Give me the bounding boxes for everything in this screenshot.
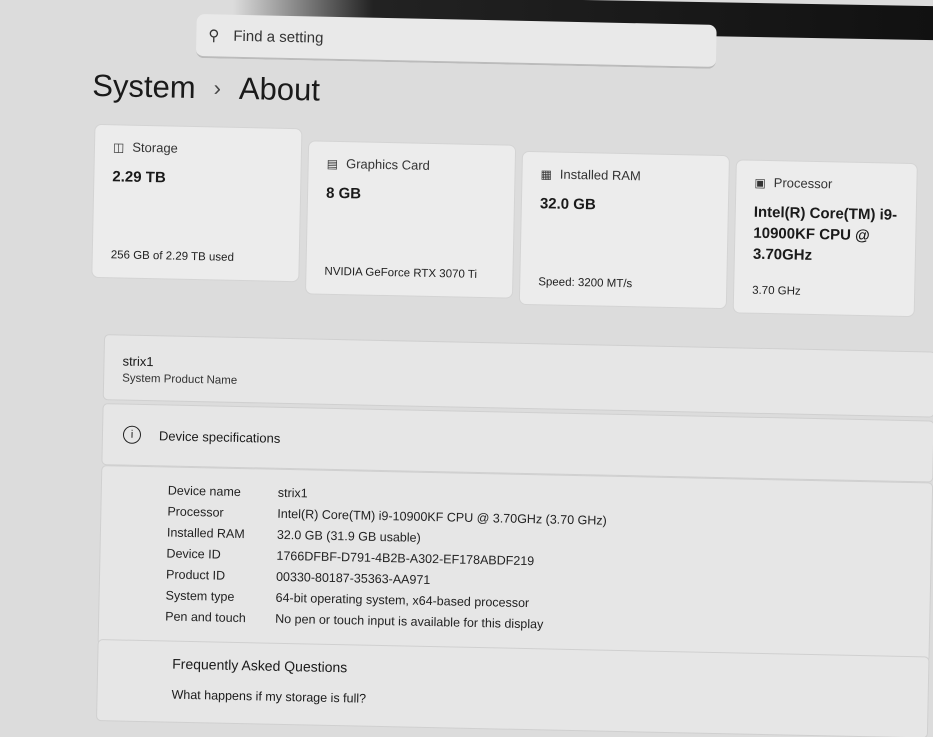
graphics-card-card[interactable]: ▤ Graphics Card 8 GB NVIDIA GeForce RTX 3…	[305, 141, 516, 298]
installed-ram-card[interactable]: ▦ Installed RAM 32.0 GB Speed: 3200 MT/s	[519, 151, 729, 309]
spec-value: 32.0 GB (31.9 GB usable)	[276, 527, 421, 545]
spec-label: System type	[165, 587, 235, 604]
spec-label: Device ID	[166, 545, 221, 562]
search-input[interactable]: ⚲ Find a setting	[195, 14, 717, 69]
breadcrumb-system[interactable]: System	[92, 68, 196, 106]
spec-value: strix1	[277, 485, 308, 500]
faq-panel: Frequently Asked Questions What happens …	[97, 640, 929, 737]
faq-question-link[interactable]: What happens if my storage is full?	[171, 688, 853, 716]
faq-title: Frequently Asked Questions	[172, 655, 348, 676]
spec-value: 00330-80187-35363-AA971	[275, 569, 431, 587]
spec-label: Processor	[167, 504, 224, 520]
card-sub: 3.70 GHz	[752, 284, 801, 298]
spec-label: Pen and touch	[165, 608, 246, 625]
spec-value: 64-bit operating system, x64-based proce…	[275, 590, 530, 610]
card-sub: 256 GB of 2.29 TB used	[110, 249, 235, 264]
card-value: 2.29 TB	[112, 168, 166, 187]
breadcrumb: System › About	[92, 68, 320, 109]
search-icon: ⚲	[208, 27, 220, 45]
card-title: Installed RAM	[559, 166, 641, 184]
graphics-card-icon: ▤	[326, 156, 339, 171]
info-icon: i	[122, 425, 142, 444]
card-title: Storage	[132, 139, 179, 156]
spec-label: Installed RAM	[166, 524, 245, 541]
page-title: About	[238, 70, 321, 108]
card-value: Intel(R) Core(TM) i9-10900KF CPU @ 3.70G…	[752, 203, 898, 264]
card-value: 8 GB	[325, 184, 362, 203]
chevron-right-icon: ›	[213, 75, 222, 101]
storage-icon: ◫	[112, 139, 125, 155]
product-name-panel: strix1 System Product Name	[103, 335, 933, 417]
processor-icon: ▣	[754, 175, 766, 190]
card-sub: Speed: 3200 MT/s	[538, 276, 633, 291]
storage-card[interactable]: ◫ Storage 2.29 TB 256 GB of 2.29 TB used	[92, 124, 302, 282]
device-specifications-title: Device specifications	[158, 427, 281, 446]
ram-icon: ▦	[540, 166, 553, 181]
spec-label: Product ID	[165, 566, 226, 583]
card-sub: NVIDIA GeForce RTX 3070 Ti	[324, 265, 478, 281]
spec-label: Device name	[167, 483, 241, 499]
spec-value: No pen or touch input is available for t…	[275, 611, 544, 631]
device-specifications-list: Device name strix1 Processor Intel(R) Core…	[98, 466, 933, 662]
card-value: 32.0 GB	[539, 195, 596, 214]
spec-value: 1766DFBF-D791-4B2B-A302-EF178ABDF219	[276, 548, 535, 568]
card-title: Graphics Card	[345, 156, 431, 173]
card-title: Processor	[773, 175, 833, 192]
processor-card[interactable]: ▣ Processor Intel(R) Core(TM) i9-10900KF …	[733, 160, 917, 317]
search-placeholder: Find a setting	[233, 27, 324, 47]
